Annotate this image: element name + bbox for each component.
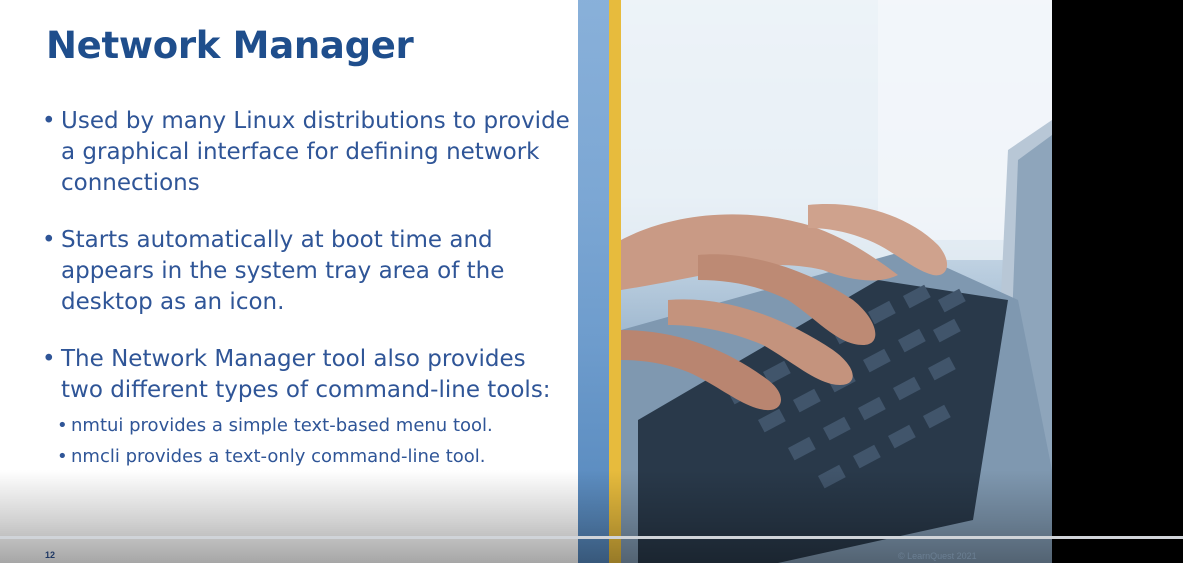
copyright-text: © LearnQuest 2021 xyxy=(898,551,977,561)
sub-bullet-text: nmcli provides a text-only command-line … xyxy=(71,446,486,467)
slide: Network Manager • Used by many Linux dis… xyxy=(0,0,1052,563)
gold-accent-stripe xyxy=(609,0,621,563)
bullet-dot: • xyxy=(42,108,56,134)
bullet-dot: • xyxy=(57,446,68,467)
slide-title: Network Manager xyxy=(46,24,414,67)
sub-bullet-1: • nmtui provides a simple text-based men… xyxy=(57,412,572,439)
bullet-2: • Starts automatically at boot time and … xyxy=(42,225,572,318)
bullet-1: • Used by many Linux distributions to pr… xyxy=(42,106,572,199)
bullet-3: • The Network Manager tool also provides… xyxy=(42,344,572,406)
slide-number: 12 xyxy=(45,550,56,560)
sub-bullet-text: nmtui provides a simple text-based menu … xyxy=(71,415,493,436)
video-progress-bar[interactable] xyxy=(0,536,1183,539)
bullet-dot: • xyxy=(42,346,56,372)
bullet-dot: • xyxy=(57,415,68,436)
laptop-photo-illustration xyxy=(618,0,1052,563)
bullet-text: The Network Manager tool also provides t… xyxy=(61,346,551,403)
bullet-text: Used by many Linux distributions to prov… xyxy=(61,108,570,196)
bullet-list: • Used by many Linux distributions to pr… xyxy=(42,106,572,474)
laptop-typing-photo xyxy=(578,0,1052,563)
blue-accent-stripe xyxy=(578,0,609,563)
bullet-text: Starts automatically at boot time and ap… xyxy=(61,227,505,315)
bullet-dot: • xyxy=(42,227,56,253)
sub-bullet-2: • nmcli provides a text-only command-lin… xyxy=(57,443,572,470)
video-progress-fill xyxy=(0,536,1183,539)
